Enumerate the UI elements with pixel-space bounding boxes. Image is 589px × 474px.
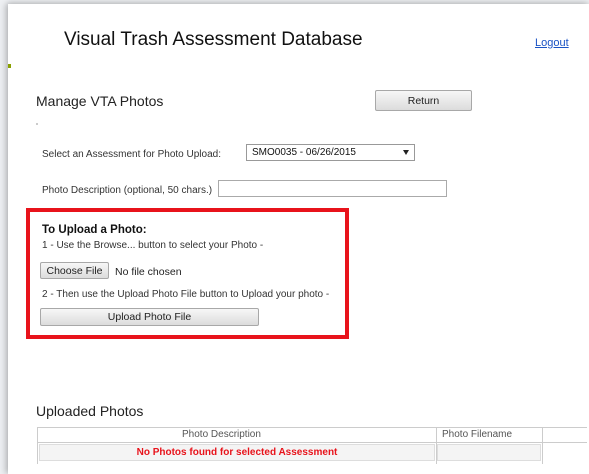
choose-file-button[interactable]: Choose File [40, 262, 109, 279]
assessment-select[interactable]: SMO0035 - 06/26/2015 [246, 144, 415, 161]
uploaded-photos-title: Uploaded Photos [36, 403, 144, 419]
assessment-select-value: SMO0035 - 06/26/2015 [252, 147, 356, 158]
table-row: No Photos found for selected Assessment [37, 444, 587, 462]
upload-step-1: 1 - Use the Browse... button to select y… [42, 240, 264, 251]
no-file-chosen-text: No file chosen [115, 266, 182, 278]
upload-photo-file-button[interactable]: Upload Photo File [40, 308, 259, 326]
table-header-row: Photo Description Photo Filename [37, 427, 587, 443]
uploaded-photos-table: Photo Description Photo Filename No Phot… [37, 427, 587, 467]
edge-mark [8, 64, 11, 68]
upload-step-2: 2 - Then use the Upload Photo File butto… [42, 289, 330, 300]
dropdown-arrow-icon [403, 150, 409, 155]
decorative-dot [36, 123, 38, 125]
column-header-photo-description: Photo Description [182, 429, 261, 440]
photo-description-label: Photo Description (optional, 50 chars.) [42, 185, 213, 196]
assessment-select-label: Select an Assessment for Photo Upload: [42, 149, 221, 160]
return-button[interactable]: Return [375, 90, 472, 111]
empty-filename-cell [437, 444, 541, 461]
page-title: Manage VTA Photos [36, 93, 164, 109]
empty-table-message: No Photos found for selected Assessment [39, 444, 435, 461]
upload-heading: To Upload a Photo: [42, 224, 147, 236]
vta-photos-page: Visual Trash Assessment Database Logout … [8, 4, 589, 474]
column-header-photo-filename: Photo Filename [442, 429, 513, 440]
app-title: Visual Trash Assessment Database [64, 29, 363, 50]
logout-link[interactable]: Logout [535, 37, 569, 49]
photo-description-input[interactable] [218, 180, 447, 197]
